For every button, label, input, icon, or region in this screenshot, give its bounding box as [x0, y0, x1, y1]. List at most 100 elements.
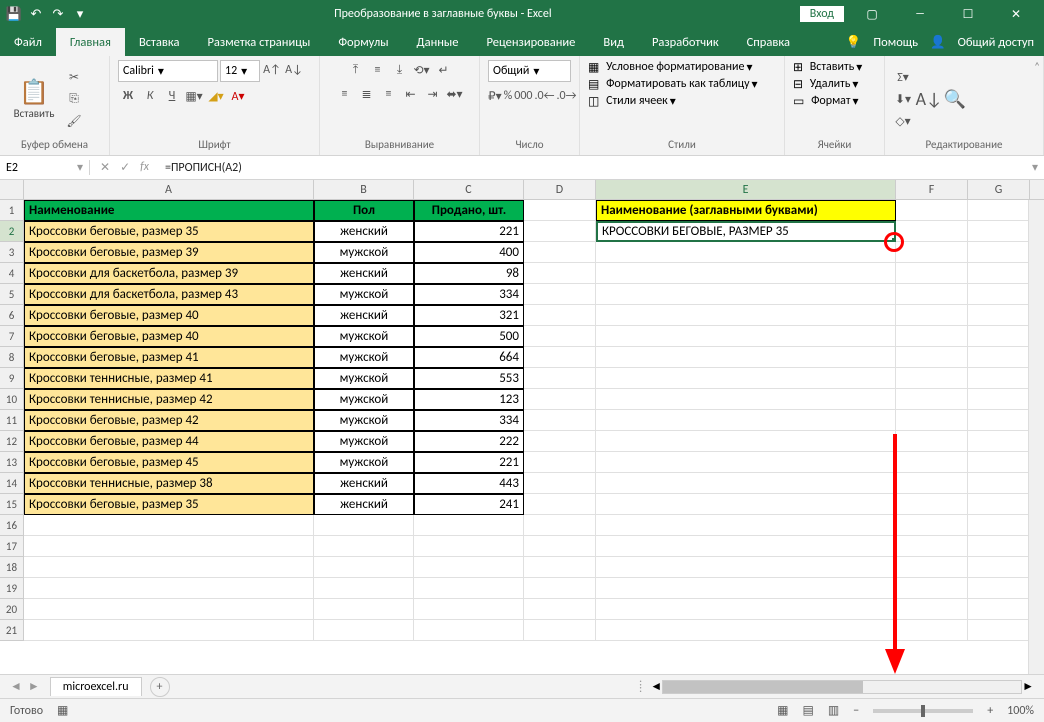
cell[interactable] — [524, 515, 596, 536]
cell[interactable] — [968, 326, 1030, 347]
close-icon[interactable]: ✕ — [996, 0, 1036, 28]
tab-insert[interactable]: Вставка — [125, 28, 194, 56]
minimize-icon[interactable]: ― — [900, 0, 940, 28]
col-header-D[interactable]: D — [524, 180, 596, 199]
cell[interactable] — [896, 221, 968, 242]
cell[interactable] — [524, 263, 596, 284]
cell[interactable]: 334 — [414, 410, 524, 431]
cell[interactable] — [524, 599, 596, 620]
increase-indent-icon[interactable]: ⇥ — [423, 84, 443, 104]
align-top-icon[interactable]: ⤒ — [346, 60, 366, 80]
collapse-ribbon-icon[interactable]: ˄ — [1034, 60, 1040, 73]
delete-cells-button[interactable]: ⊟ Удалить▾ — [793, 77, 876, 92]
cell[interactable] — [414, 599, 524, 620]
cell[interactable] — [896, 284, 968, 305]
currency-icon[interactable]: ₽▾ — [488, 86, 502, 106]
cell[interactable]: 664 — [414, 347, 524, 368]
cell[interactable] — [524, 389, 596, 410]
cell[interactable] — [968, 200, 1030, 221]
redo-icon[interactable]: ↷ — [50, 6, 66, 22]
cell[interactable] — [968, 620, 1030, 641]
cell[interactable]: Кроссовки беговые, размер 39 — [24, 242, 314, 263]
tab-view[interactable]: Вид — [589, 28, 638, 56]
row-header[interactable]: 9 — [0, 368, 24, 389]
increase-font-icon[interactable]: A↑ — [262, 60, 282, 80]
cell[interactable]: Кроссовки теннисные, размер 41 — [24, 368, 314, 389]
view-normal-icon[interactable]: ▦ — [777, 703, 788, 718]
row-header[interactable]: 15 — [0, 494, 24, 515]
cell[interactable]: 221 — [414, 452, 524, 473]
cell[interactable] — [596, 578, 896, 599]
hscroll-right-icon[interactable]: ► — [1022, 679, 1034, 694]
cell[interactable] — [896, 494, 968, 515]
find-select-icon[interactable]: 🔍 — [945, 89, 965, 109]
cell[interactable]: 500 — [414, 326, 524, 347]
select-all-corner[interactable] — [0, 180, 24, 199]
cell[interactable] — [596, 284, 896, 305]
cell[interactable] — [524, 368, 596, 389]
cell[interactable] — [24, 599, 314, 620]
number-format-select[interactable]: Общий▾ — [488, 60, 571, 82]
row-header[interactable]: 2 — [0, 221, 24, 242]
align-center-icon[interactable]: ≣ — [357, 84, 377, 104]
paste-button[interactable]: 📋 Вставить — [8, 64, 60, 134]
cell[interactable]: женский — [314, 494, 414, 515]
cell[interactable]: КРОССОВКИ БЕГОВЫЕ, РАЗМЕР 35 — [596, 221, 896, 242]
cell[interactable] — [896, 305, 968, 326]
cell[interactable] — [596, 431, 896, 452]
cell[interactable] — [596, 410, 896, 431]
cell[interactable] — [896, 389, 968, 410]
cell[interactable] — [596, 326, 896, 347]
cell[interactable] — [596, 494, 896, 515]
cell[interactable]: женский — [314, 221, 414, 242]
col-header-C[interactable]: C — [414, 180, 524, 199]
cell[interactable] — [596, 305, 896, 326]
tellme-icon[interactable]: 💡 — [846, 35, 862, 50]
row-header[interactable]: 17 — [0, 536, 24, 557]
view-layout-icon[interactable]: ▤ — [803, 703, 814, 718]
row-header[interactable]: 10 — [0, 389, 24, 410]
row-header[interactable]: 11 — [0, 410, 24, 431]
comma-icon[interactable]: 000 — [514, 86, 532, 106]
decrease-decimal-icon[interactable]: .0→ — [556, 86, 576, 106]
cell[interactable] — [524, 410, 596, 431]
cell[interactable] — [968, 410, 1030, 431]
cell[interactable]: мужской — [314, 242, 414, 263]
cell[interactable] — [596, 242, 896, 263]
conditional-format-button[interactable]: ▦ Условное форматирование▾ — [588, 60, 776, 75]
cell[interactable] — [896, 599, 968, 620]
cell[interactable] — [968, 515, 1030, 536]
cell[interactable] — [524, 200, 596, 221]
fx-icon[interactable]: fx — [140, 160, 149, 175]
cell[interactable] — [524, 431, 596, 452]
row-header[interactable]: 5 — [0, 284, 24, 305]
zoom-level[interactable]: 100% — [1007, 704, 1034, 718]
cell[interactable]: Пол — [314, 200, 414, 221]
cell[interactable] — [596, 389, 896, 410]
maximize-icon[interactable]: ☐ — [948, 0, 988, 28]
cell[interactable] — [896, 515, 968, 536]
cell[interactable] — [524, 620, 596, 641]
row-header[interactable]: 20 — [0, 599, 24, 620]
tab-home[interactable]: Главная — [56, 28, 125, 56]
cell[interactable] — [414, 578, 524, 599]
cell[interactable] — [524, 305, 596, 326]
tab-formulas[interactable]: Формулы — [324, 28, 402, 56]
cell[interactable] — [968, 536, 1030, 557]
tab-developer[interactable]: Разработчик — [638, 28, 733, 56]
cell[interactable]: мужской — [314, 431, 414, 452]
cell[interactable]: 222 — [414, 431, 524, 452]
zoom-slider[interactable] — [873, 709, 973, 713]
cell[interactable]: 221 — [414, 221, 524, 242]
fill-icon[interactable]: ⬇▾ — [893, 89, 913, 109]
cell[interactable] — [968, 368, 1030, 389]
row-header[interactable]: 6 — [0, 305, 24, 326]
cell[interactable] — [414, 536, 524, 557]
cell[interactable]: Продано, шт. — [414, 200, 524, 221]
col-header-E[interactable]: E — [596, 180, 896, 199]
sort-filter-icon[interactable]: A↓ — [919, 89, 939, 109]
tab-layout[interactable]: Разметка страницы — [193, 28, 324, 56]
cell[interactable] — [314, 620, 414, 641]
cell[interactable] — [896, 557, 968, 578]
cell[interactable] — [896, 620, 968, 641]
